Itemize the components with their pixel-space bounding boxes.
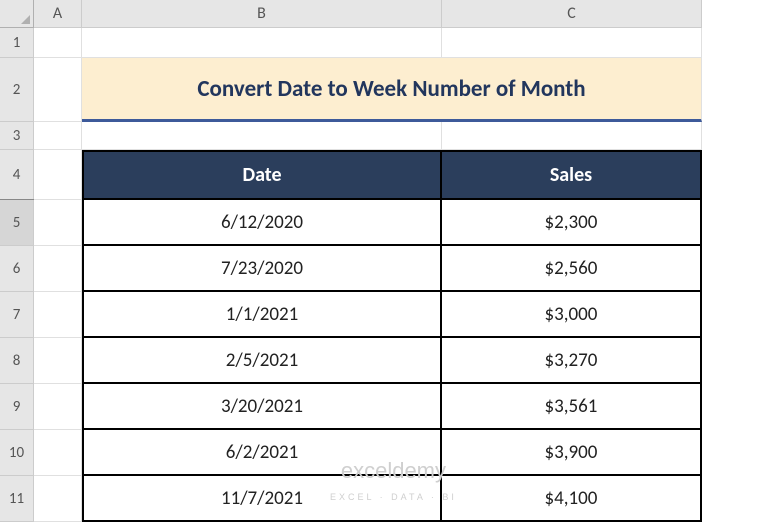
cell-a5[interactable] bbox=[34, 200, 82, 246]
cell-a7[interactable] bbox=[34, 292, 82, 338]
row-header-5[interactable]: 5 bbox=[0, 200, 34, 246]
cell-a3[interactable] bbox=[34, 122, 82, 150]
row-header-6[interactable]: 6 bbox=[0, 246, 34, 292]
table-row[interactable]: $3,900 bbox=[442, 430, 702, 476]
cell-a8[interactable] bbox=[34, 338, 82, 384]
table-row[interactable]: 6/2/2021 bbox=[82, 430, 442, 476]
col-header-c[interactable]: C bbox=[442, 0, 702, 28]
table-row[interactable]: $4,100 bbox=[442, 476, 702, 522]
cell-c1[interactable] bbox=[442, 28, 702, 58]
table-header-date[interactable]: Date bbox=[82, 150, 442, 200]
table-row[interactable]: $2,300 bbox=[442, 200, 702, 246]
cell-a1[interactable] bbox=[34, 28, 82, 58]
row-header-3[interactable]: 3 bbox=[0, 122, 34, 150]
cell-a9[interactable] bbox=[34, 384, 82, 430]
row-header-4[interactable]: 4 bbox=[0, 150, 34, 200]
cell-c3[interactable] bbox=[442, 122, 702, 150]
cell-a4[interactable] bbox=[34, 150, 82, 200]
table-row[interactable]: $3,561 bbox=[442, 384, 702, 430]
table-row[interactable]: $3,270 bbox=[442, 338, 702, 384]
table-row[interactable]: 6/12/2020 bbox=[82, 200, 442, 246]
cell-b3[interactable] bbox=[82, 122, 442, 150]
row-header-11[interactable]: 11 bbox=[0, 476, 34, 522]
row-header-9[interactable]: 9 bbox=[0, 384, 34, 430]
cell-b1[interactable] bbox=[82, 28, 442, 58]
table-row[interactable]: $2,560 bbox=[442, 246, 702, 292]
row-header-7[interactable]: 7 bbox=[0, 292, 34, 338]
col-header-a[interactable]: A bbox=[34, 0, 82, 28]
cell-a2[interactable] bbox=[34, 58, 82, 122]
cell-a6[interactable] bbox=[34, 246, 82, 292]
title-cell[interactable]: Convert Date to Week Number of Month bbox=[82, 58, 702, 122]
cell-a10[interactable] bbox=[34, 430, 82, 476]
row-header-2[interactable]: 2 bbox=[0, 58, 34, 122]
table-row[interactable]: 3/20/2021 bbox=[82, 384, 442, 430]
table-row[interactable]: 1/1/2021 bbox=[82, 292, 442, 338]
table-row[interactable]: 2/5/2021 bbox=[82, 338, 442, 384]
table-row[interactable]: 7/23/2020 bbox=[82, 246, 442, 292]
table-row[interactable]: 11/7/2021 bbox=[82, 476, 442, 522]
cell-a11[interactable] bbox=[34, 476, 82, 522]
spreadsheet-grid: A B C 1 2 Convert Date to Week Number of… bbox=[0, 0, 767, 522]
row-header-10[interactable]: 10 bbox=[0, 430, 34, 476]
col-header-b[interactable]: B bbox=[82, 0, 442, 28]
row-header-8[interactable]: 8 bbox=[0, 338, 34, 384]
select-all-corner[interactable] bbox=[0, 0, 34, 28]
table-header-sales[interactable]: Sales bbox=[442, 150, 702, 200]
table-row[interactable]: $3,000 bbox=[442, 292, 702, 338]
row-header-1[interactable]: 1 bbox=[0, 28, 34, 58]
